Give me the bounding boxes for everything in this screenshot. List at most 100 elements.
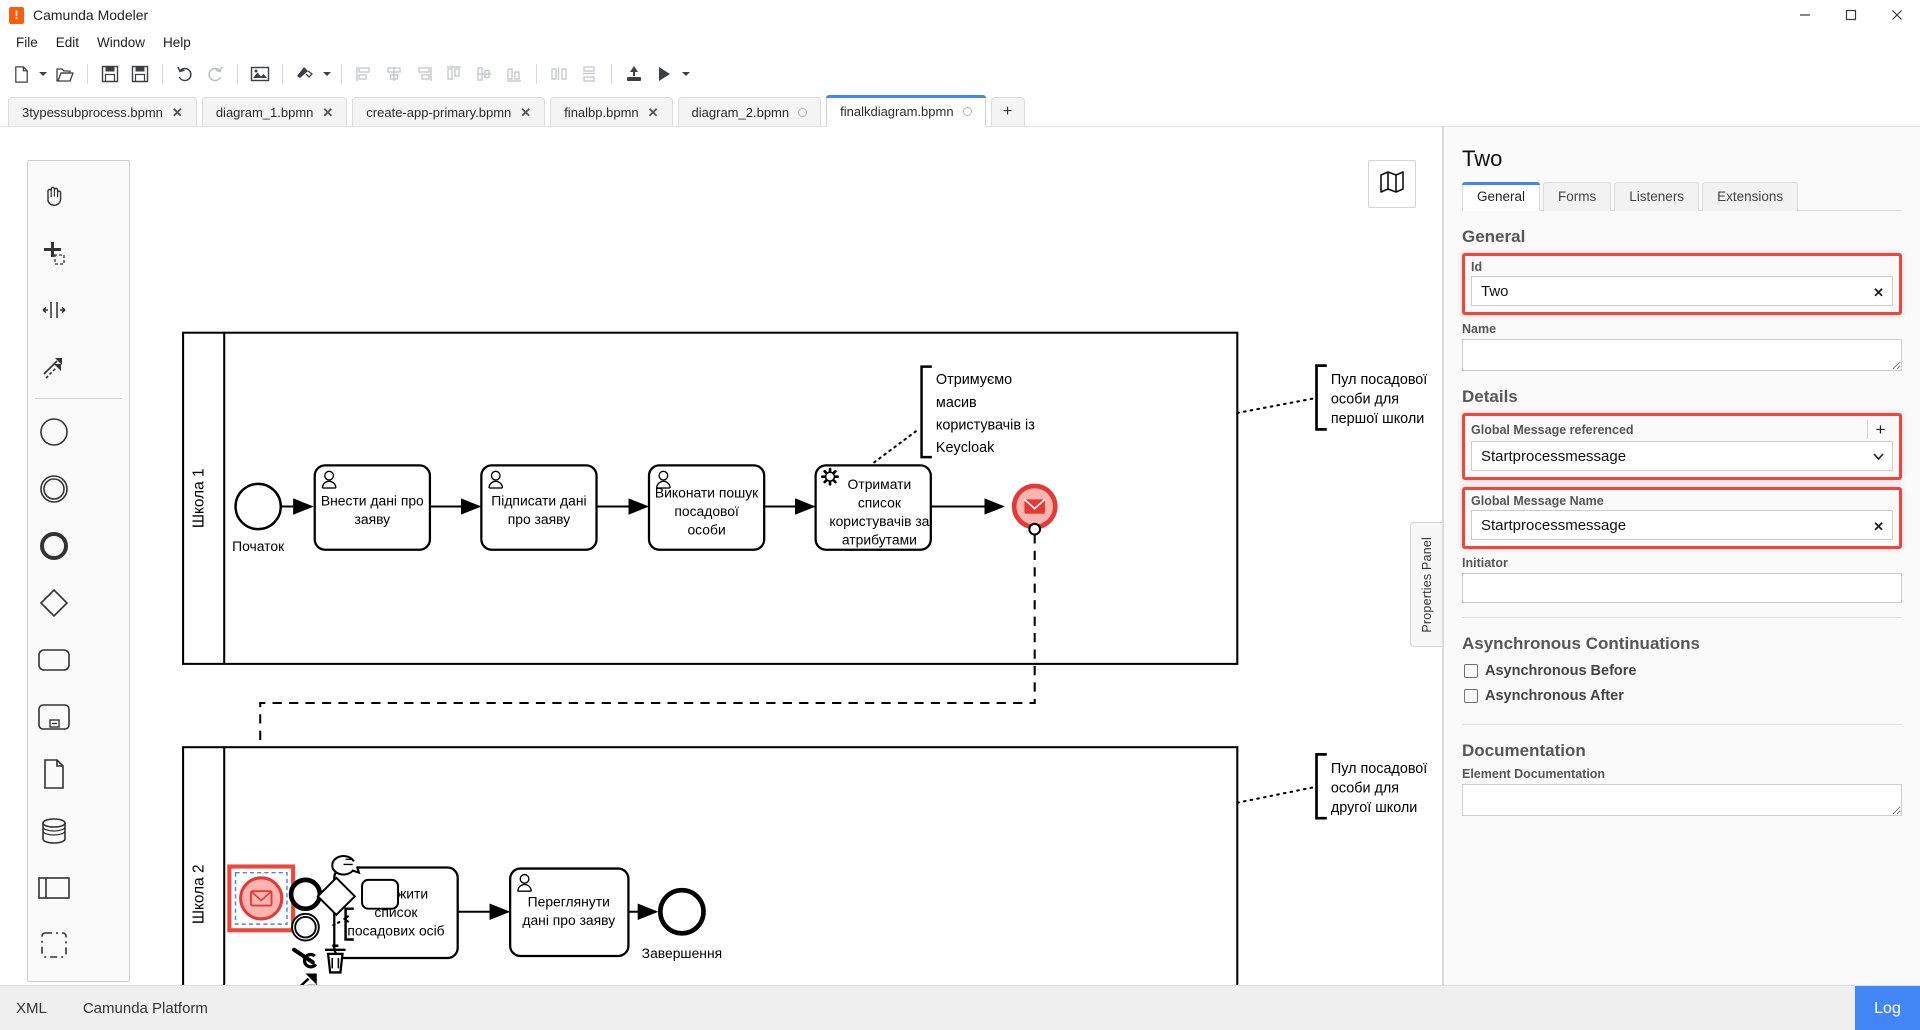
subprocess-icon[interactable]: [28, 688, 79, 745]
global-message-referenced-select[interactable]: Startprocessmessage: [1471, 441, 1893, 471]
group-icon[interactable]: [28, 916, 79, 973]
minimap-toggle-button[interactable]: [1368, 160, 1416, 208]
tab-extensions[interactable]: Extensions: [1702, 182, 1798, 211]
space-tool-icon[interactable]: [28, 281, 79, 338]
menu-window[interactable]: Window: [88, 33, 154, 52]
tab-unsaved-dot-icon[interactable]: [963, 107, 972, 116]
platform-label[interactable]: Camunda Platform: [83, 1000, 208, 1017]
section-heading-general: General: [1462, 227, 1902, 247]
align-bottom-icon[interactable]: [499, 59, 529, 89]
tab-close-icon[interactable]: ✕: [172, 106, 183, 119]
tab-create-app-primary[interactable]: create-app-primary.bpmn ✕: [352, 97, 545, 126]
undo-icon[interactable]: [170, 59, 200, 89]
align-center-icon[interactable]: [379, 59, 409, 89]
append-intermediate-event-icon[interactable]: [292, 914, 319, 941]
hand-tool-icon[interactable]: [28, 167, 79, 224]
save-icon[interactable]: [95, 59, 125, 89]
element-documentation-input[interactable]: [1462, 784, 1902, 816]
pool-school-1[interactable]: Школа 1 Початок: [183, 333, 1237, 664]
pool-school-2[interactable]: Школа 2 ...нтажити список посадових осіб: [183, 747, 1237, 985]
id-input[interactable]: [1471, 276, 1893, 306]
start-event-pochatok[interactable]: Початок: [232, 484, 285, 554]
maximize-icon[interactable]: [1828, 0, 1874, 30]
end-event-icon[interactable]: [28, 517, 79, 574]
initiator-input[interactable]: [1462, 573, 1902, 603]
tab-general[interactable]: General: [1462, 182, 1540, 211]
tab-close-icon[interactable]: ✕: [322, 106, 333, 119]
data-store-icon[interactable]: [28, 802, 79, 859]
global-message-name-input[interactable]: [1471, 510, 1893, 540]
distribute-horizontal-icon[interactable]: [544, 59, 574, 89]
pool-2-annotation[interactable]: Пул посадової особи для другої школи: [1237, 754, 1427, 818]
properties-panel-toggle[interactable]: Properties Panel: [1410, 522, 1442, 647]
menu-help[interactable]: Help: [154, 33, 200, 52]
close-icon[interactable]: [1874, 0, 1920, 30]
append-task-icon[interactable]: [362, 880, 398, 909]
tab-close-icon[interactable]: ✕: [520, 106, 531, 119]
lasso-tool-icon[interactable]: [28, 224, 79, 281]
start-instance-caret-icon[interactable]: [679, 59, 693, 89]
align-middle-icon[interactable]: [469, 59, 499, 89]
intermediate-event-icon[interactable]: [28, 460, 79, 517]
bpmn-diagram-svg[interactable]: Школа 1 Початок: [0, 127, 1442, 985]
pool-1-annotation[interactable]: Пул посадової особи для першої школи: [1237, 366, 1427, 430]
id-label: Id: [1471, 260, 1893, 274]
tab-3typessubprocess[interactable]: 3typessubprocess.bpmn ✕: [8, 97, 197, 126]
user-task-perehlianuty-dani[interactable]: Переглянути дані про заяву: [510, 869, 628, 956]
start-instance-icon[interactable]: [649, 59, 679, 89]
start-event-icon[interactable]: [28, 403, 79, 460]
gateway-icon[interactable]: [28, 574, 79, 631]
plus-icon[interactable]: +: [1867, 420, 1893, 439]
tab-listeners[interactable]: Listeners: [1614, 182, 1699, 211]
map-icon: [1379, 170, 1405, 199]
new-diagram-icon[interactable]: [6, 59, 36, 89]
task-icon[interactable]: [28, 631, 79, 688]
async-before-checkbox[interactable]: [1464, 664, 1478, 678]
tab-close-icon[interactable]: ✕: [648, 106, 659, 119]
menu-file[interactable]: File: [7, 33, 47, 52]
tab-finalbp[interactable]: finalbp.bpmn ✕: [550, 97, 672, 126]
bpmn-canvas[interactable]: Properties Panel Школа 1: [0, 127, 1443, 985]
align-right-icon[interactable]: [409, 59, 439, 89]
new-tab-button[interactable]: +: [991, 97, 1025, 126]
async-after-row[interactable]: Asynchronous After: [1464, 688, 1902, 704]
tab-forms[interactable]: Forms: [1543, 182, 1611, 211]
save-as-icon[interactable]: [125, 59, 155, 89]
append-end-event-icon[interactable]: [291, 880, 320, 909]
format-paint-caret-icon[interactable]: [320, 59, 334, 89]
clear-x-icon[interactable]: ✕: [1873, 286, 1884, 299]
open-file-icon[interactable]: [50, 59, 80, 89]
clear-x-icon[interactable]: ✕: [1873, 520, 1884, 533]
export-image-icon[interactable]: [245, 59, 275, 89]
minimize-icon[interactable]: [1782, 0, 1828, 30]
async-after-checkbox[interactable]: [1464, 689, 1478, 703]
log-button[interactable]: Log: [1855, 986, 1920, 1030]
service-task-otrymaty-spysok[interactable]: Отримати список користувачів за атрибута…: [816, 465, 931, 549]
tab-label: 3typessubprocess.bpmn: [22, 105, 163, 120]
user-task-vykonaty-poshuk[interactable]: Виконати пошук посадової особи: [649, 465, 764, 549]
distribute-vertical-icon[interactable]: [574, 59, 604, 89]
tab-finalkdiagram[interactable]: finalkdiagram.bpmn: [826, 95, 985, 126]
message-end-event[interactable]: [1014, 486, 1055, 527]
async-before-row[interactable]: Asynchronous Before: [1464, 663, 1902, 679]
align-top-icon[interactable]: [439, 59, 469, 89]
task-label-line: Виконати пошук: [655, 484, 759, 500]
section-divider: [1462, 617, 1902, 618]
format-paint-icon[interactable]: [290, 59, 320, 89]
deploy-icon[interactable]: [619, 59, 649, 89]
user-task-vnesty-dani[interactable]: Внести дані про заяву: [315, 465, 430, 549]
id-field: Id ✕: [1471, 260, 1893, 306]
xml-link[interactable]: XML: [16, 1000, 47, 1017]
redo-icon[interactable]: [200, 59, 230, 89]
tab-diagram-1[interactable]: diagram_1.bpmn ✕: [202, 97, 347, 126]
menu-edit[interactable]: Edit: [47, 33, 88, 52]
name-input[interactable]: [1462, 339, 1902, 371]
participant-icon[interactable]: [28, 859, 79, 916]
data-object-icon[interactable]: [28, 745, 79, 802]
user-task-pidpysaty-dani[interactable]: Підписати дані про заяву: [481, 465, 596, 549]
connect-tool-icon[interactable]: [28, 338, 79, 395]
tab-unsaved-dot-icon[interactable]: [798, 108, 807, 117]
tab-diagram-2[interactable]: diagram_2.bpmn: [678, 97, 822, 126]
new-diagram-caret-icon[interactable]: [36, 59, 50, 89]
align-left-icon[interactable]: [349, 59, 379, 89]
